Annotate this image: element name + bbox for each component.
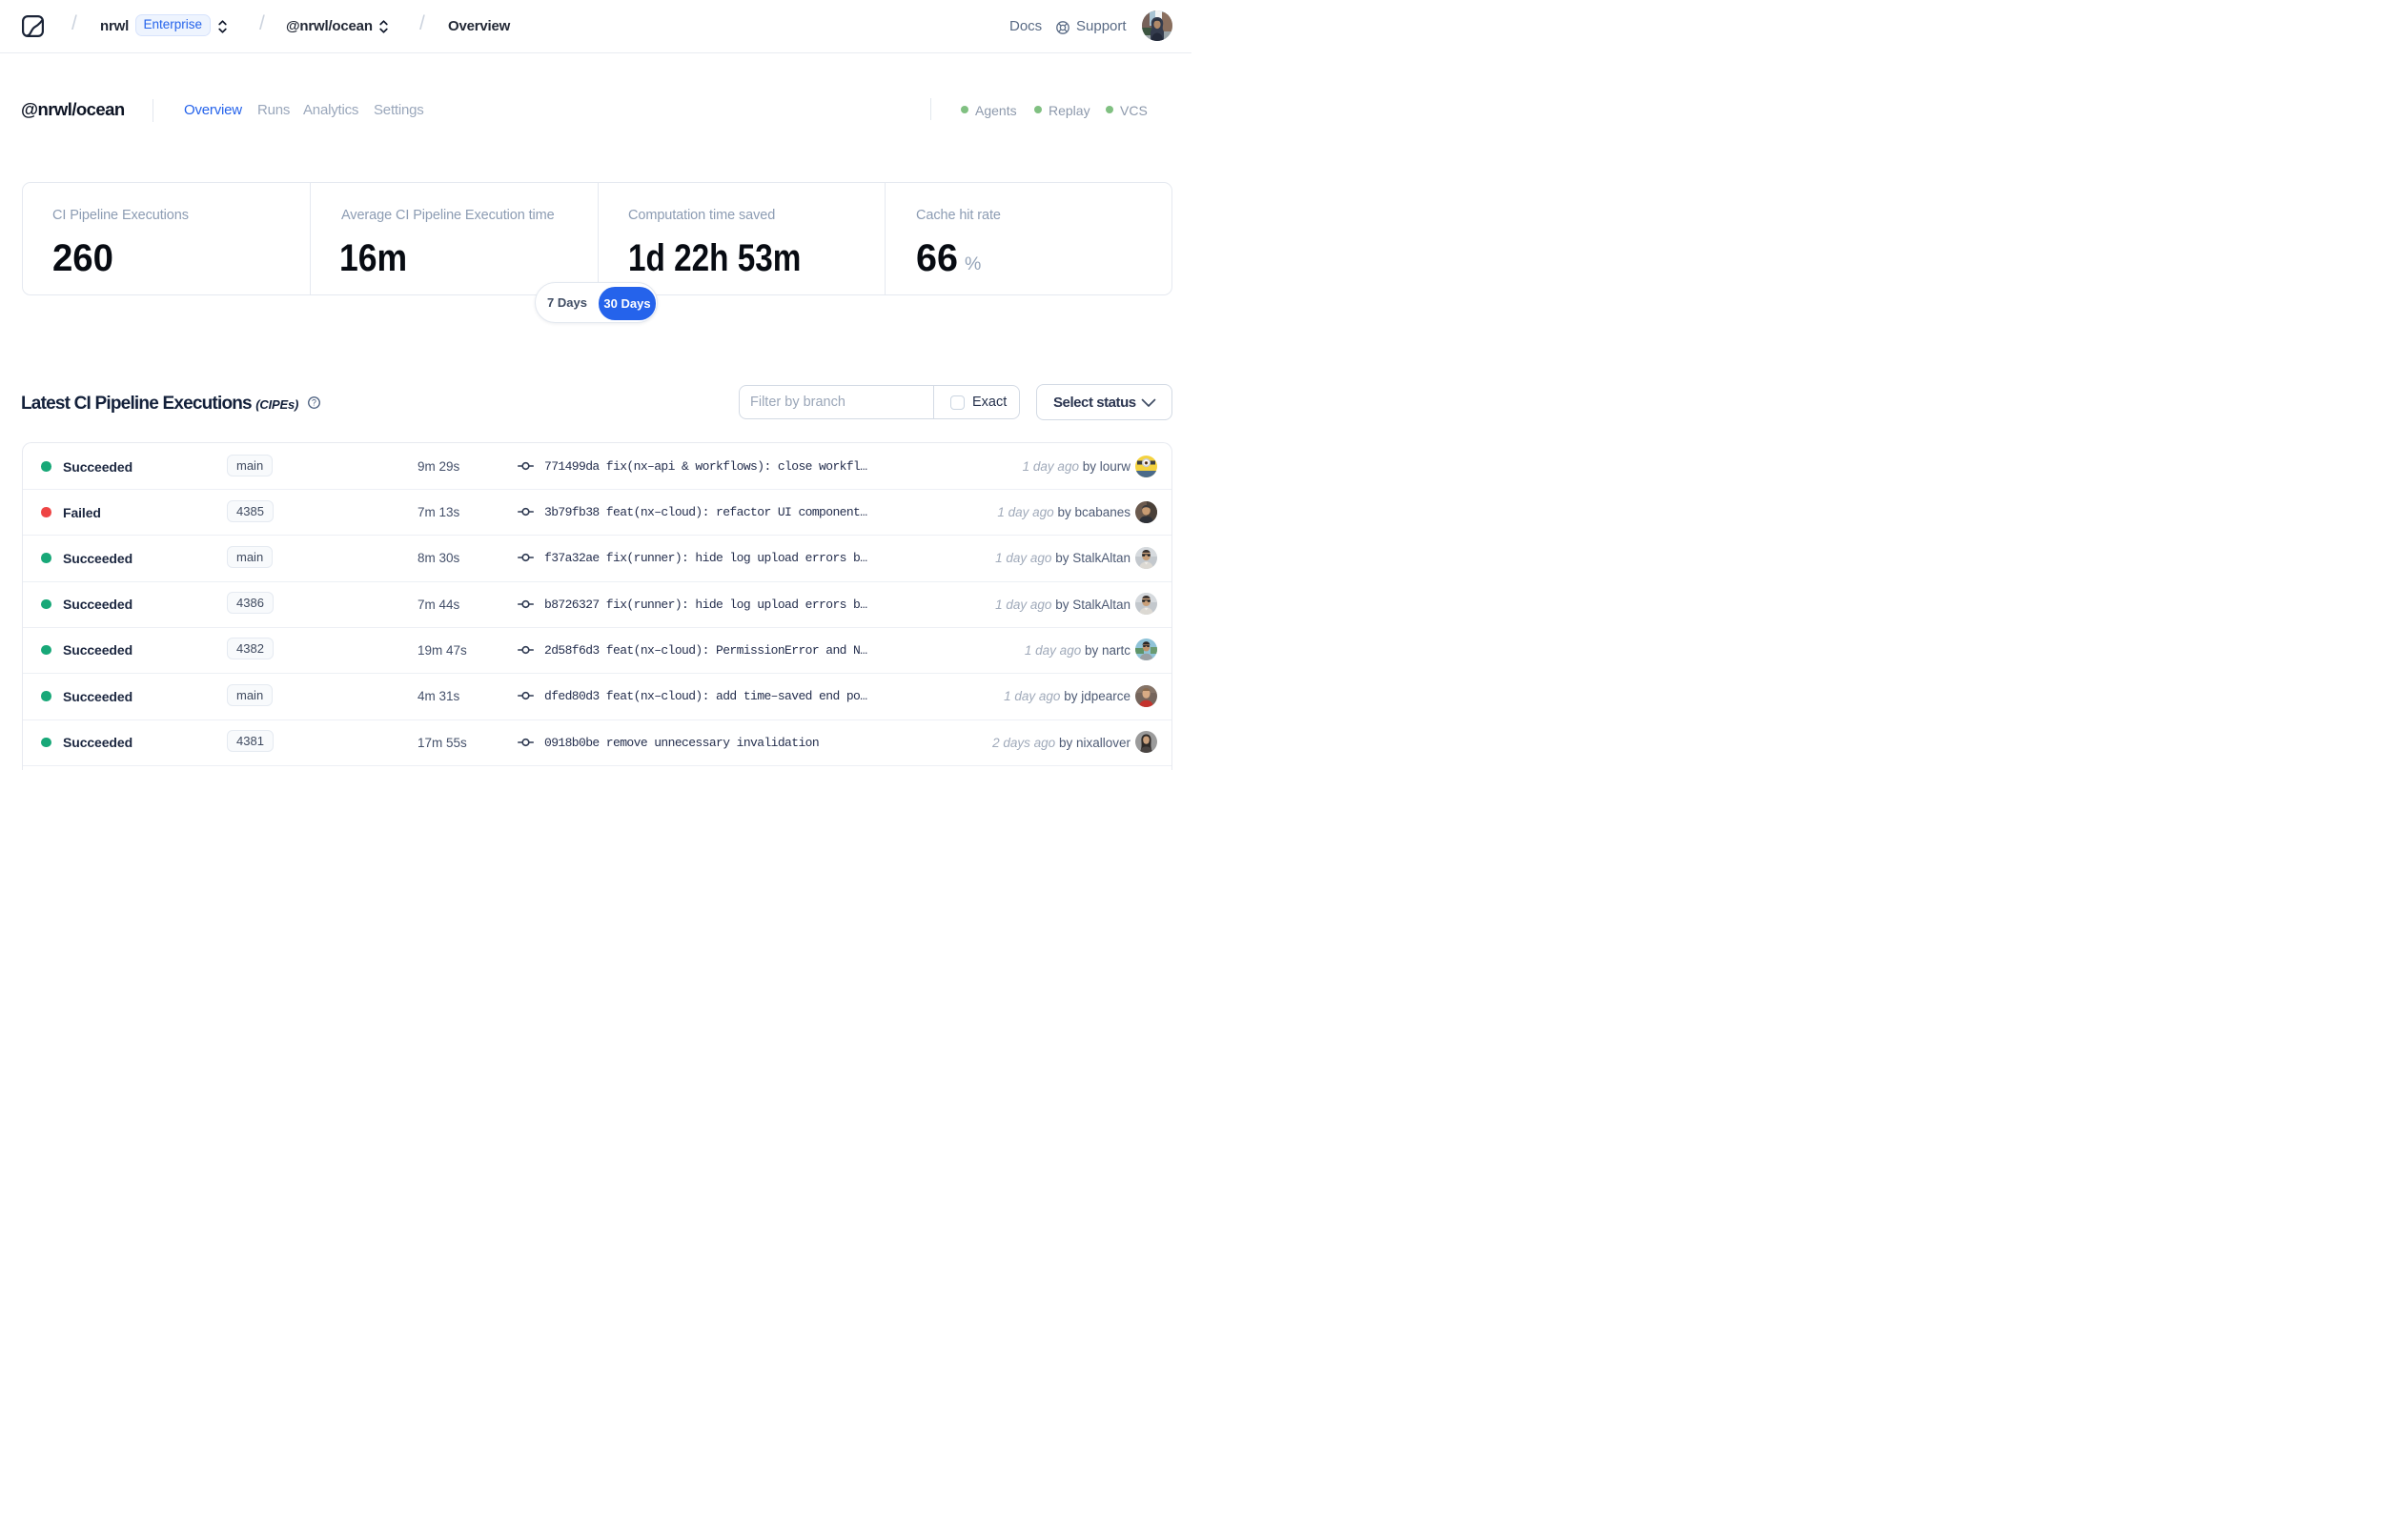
svg-text:?: ? — [312, 397, 316, 407]
